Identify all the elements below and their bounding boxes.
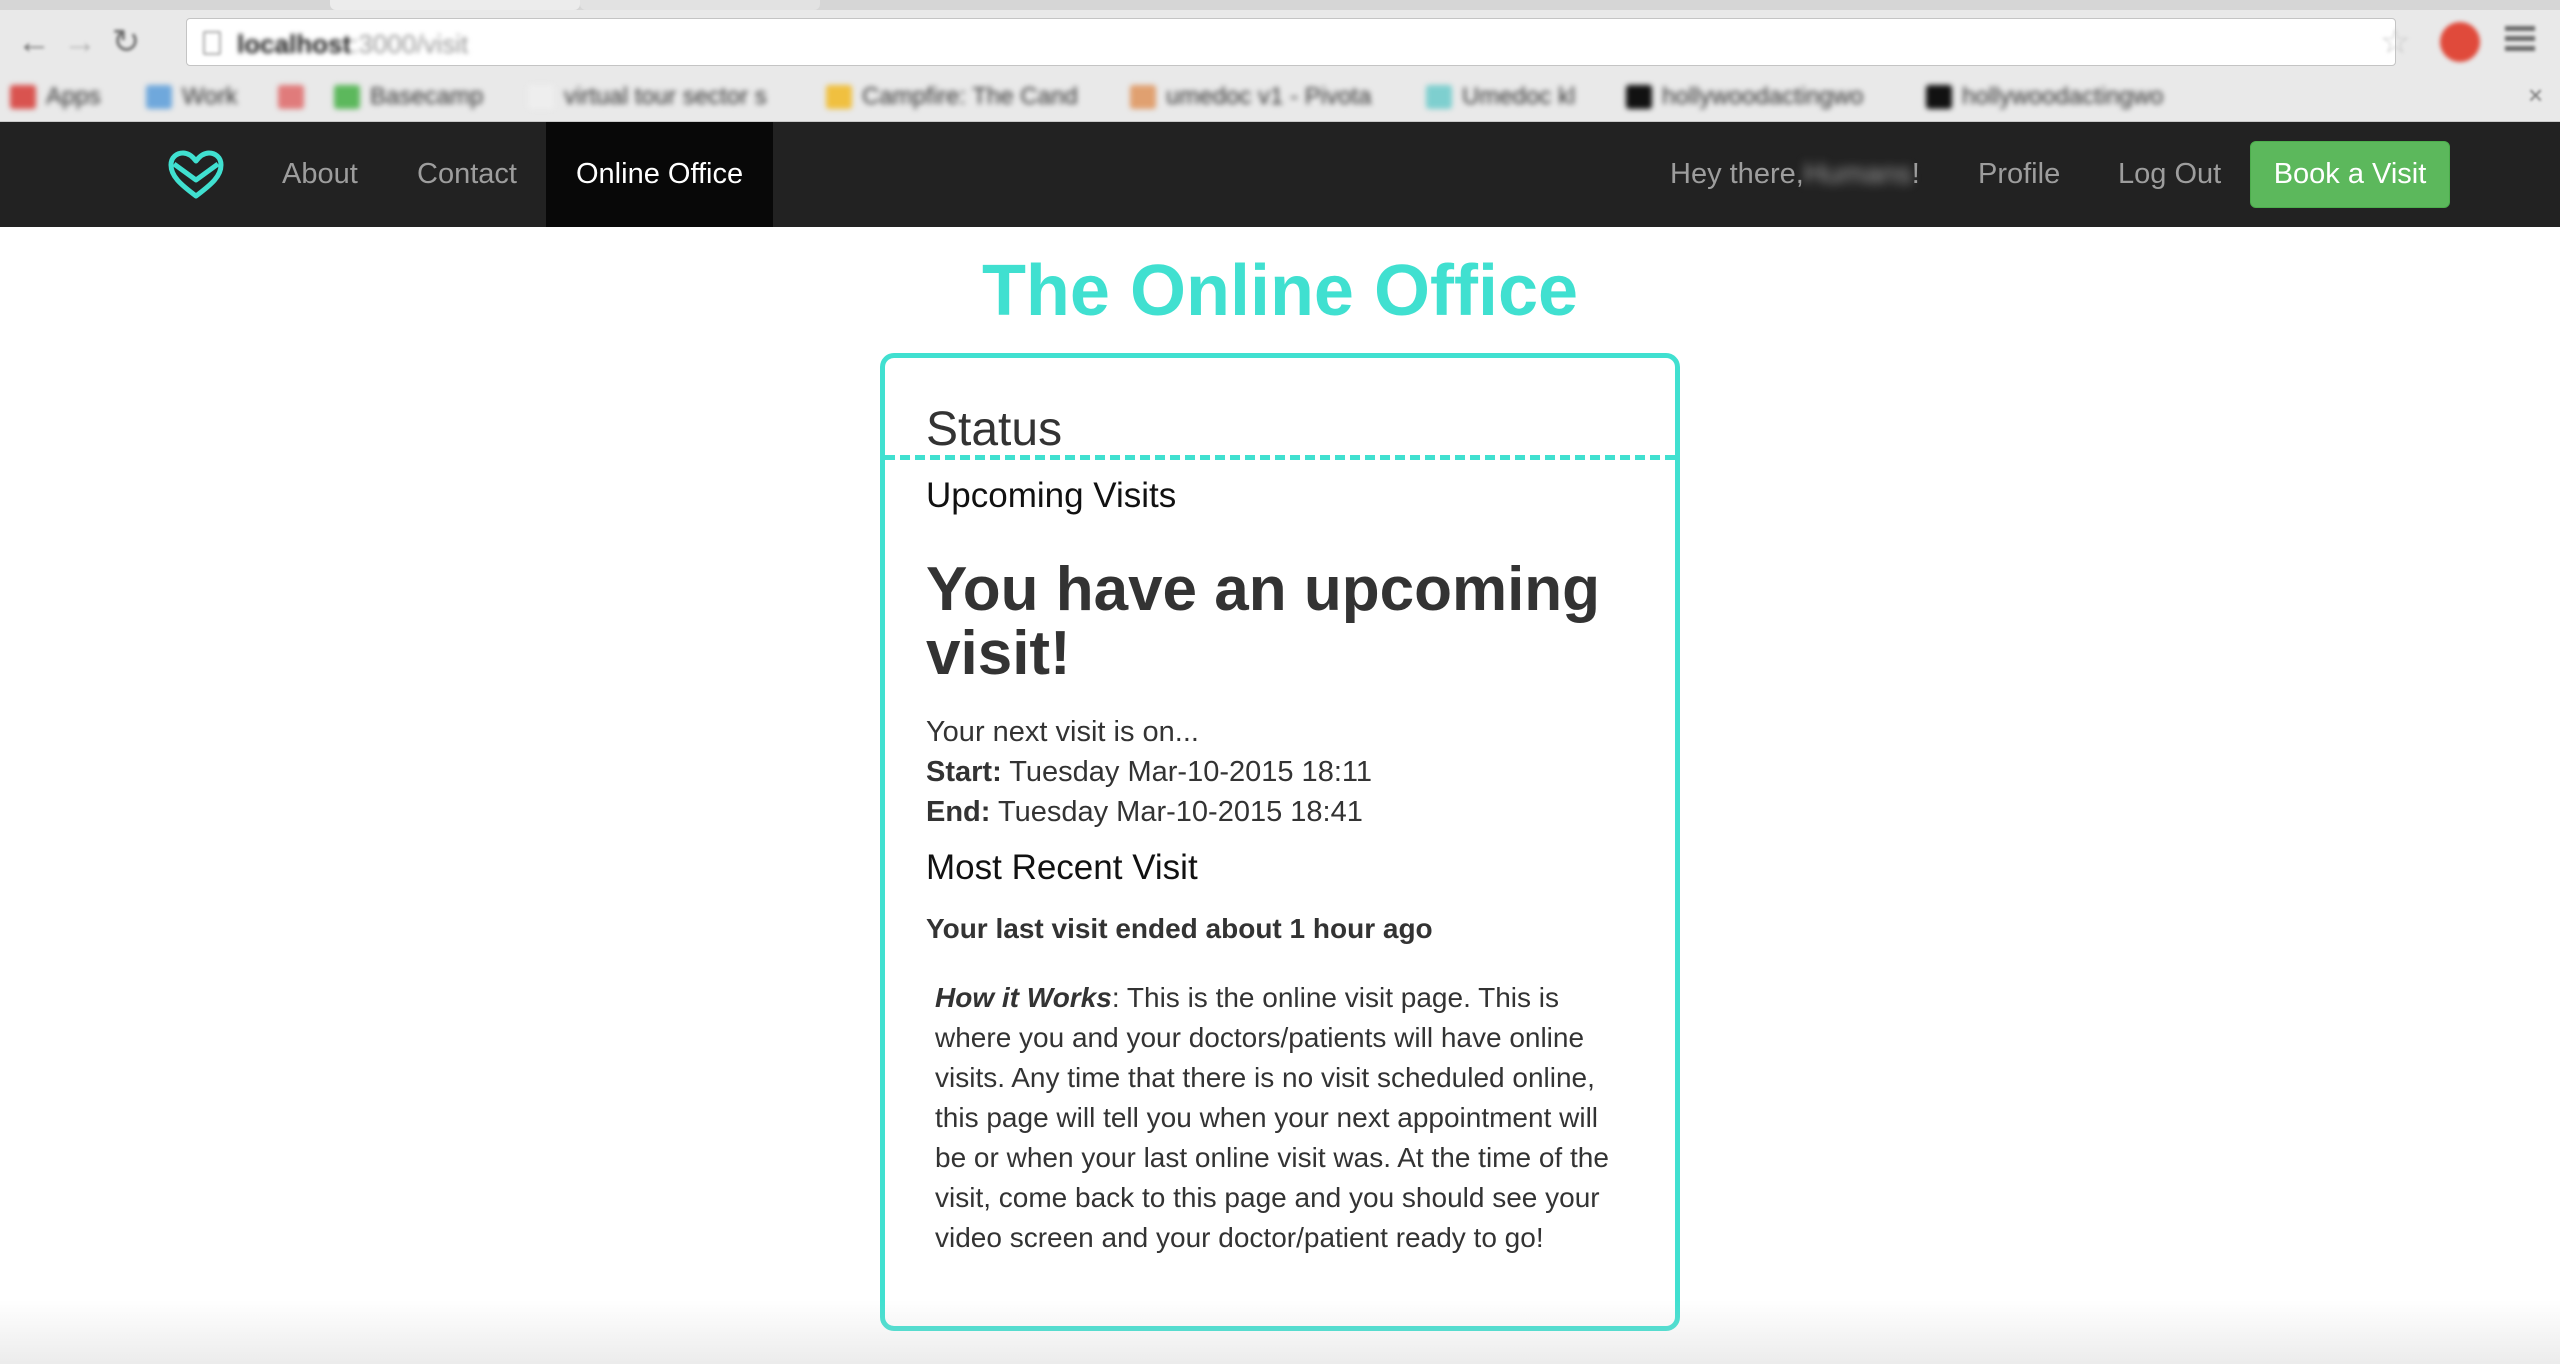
bookmarks-overflow-icon[interactable]: ×	[2528, 80, 2543, 111]
user-name: Humans	[1803, 158, 1912, 190]
bookmark-item[interactable]	[278, 82, 314, 112]
status-panel: Status Upcoming Visits You have an upcom…	[880, 353, 1680, 1331]
book-visit-button[interactable]: Book a Visit	[2250, 141, 2450, 208]
nav-link-logout[interactable]: Log Out	[2118, 122, 2221, 227]
page-title: The Online Office	[981, 251, 1579, 331]
basecamp-icon	[334, 85, 360, 109]
umedoc-icon	[1426, 85, 1452, 109]
panel-heading: Status	[885, 358, 1675, 460]
bookmark-icon	[278, 85, 304, 109]
bookmark-item[interactable]: Apps	[10, 82, 101, 112]
bookmark-item[interactable]: hollywoodactingwo	[1926, 82, 2163, 112]
address-url: localhost:3000/visit	[237, 29, 469, 59]
site-icon	[1926, 85, 1952, 109]
next-visit-intro: Your next visit is on...	[926, 716, 1199, 748]
browser-tab[interactable]	[580, 0, 820, 10]
bookmark-item[interactable]: hollywoodactingwo	[1626, 82, 1863, 112]
end-label: End:	[926, 796, 991, 828]
start-label: Start:	[926, 756, 1002, 788]
greeting-prefix: Hey there,	[1670, 158, 1804, 190]
nav-link-contact[interactable]: Contact	[417, 122, 517, 227]
greeting-suffix: !	[1911, 158, 1920, 190]
extension-icon[interactable]	[2440, 22, 2480, 62]
visit-end: End: Tuesday Mar-10-2015 18:41	[926, 796, 1363, 829]
how-it-works-label: How it Works	[935, 982, 1112, 1013]
upcoming-headline: You have an upcoming visit!	[926, 555, 1601, 688]
bookmark-star-icon[interactable]: ☆	[2380, 22, 2410, 62]
browser-chrome: ← → ↻ localhost:3000/visit ☆ Apps Work B…	[0, 0, 2560, 122]
bookmark-item[interactable]: virtual tour sector s	[528, 82, 767, 112]
address-bar[interactable]: localhost:3000/visit	[186, 18, 2396, 66]
last-visit-text: Your last visit ended about 1 hour ago	[926, 913, 1433, 944]
bookmark-item[interactable]: Basecamp	[334, 82, 483, 112]
browser-menu-icon[interactable]	[2505, 26, 2535, 56]
visit-start: Start: Tuesday Mar-10-2015 18:11	[926, 756, 1372, 789]
bookmark-item[interactable]: Work	[146, 82, 238, 112]
most-recent-visit-title: Most Recent Visit	[926, 848, 1198, 887]
apps-icon	[10, 85, 36, 109]
site-icon	[1626, 85, 1652, 109]
folder-icon	[146, 85, 172, 109]
bookmarks-bar: Apps Work Basecamp virtual tour sector s…	[0, 74, 2560, 120]
start-value: Tuesday Mar-10-2015 18:11	[1001, 756, 1372, 788]
tab-strip	[0, 0, 2560, 10]
end-value: Tuesday Mar-10-2015 18:41	[990, 796, 1363, 828]
nav-link-online-office[interactable]: Online Office	[546, 122, 774, 227]
panel-title: Status	[926, 403, 1063, 456]
bookmark-item[interactable]: Umedoc kl	[1426, 82, 1575, 112]
nav-link-about[interactable]: About	[282, 122, 358, 227]
bookmark-item[interactable]: umedoc v1 - Pivota	[1130, 82, 1371, 112]
how-it-works-text: : This is the online visit page. This is…	[935, 982, 1609, 1253]
reload-icon[interactable]: ↻	[106, 22, 146, 62]
user-greeting: Hey there, Humans!	[1670, 122, 1920, 227]
app-navbar: About Contact Online Office Hey there, H…	[0, 122, 2560, 227]
back-arrow-icon[interactable]: ←	[14, 22, 54, 62]
forward-arrow-icon[interactable]: →	[60, 22, 100, 62]
nav-link-profile[interactable]: Profile	[1978, 122, 2060, 227]
page-icon	[528, 85, 554, 109]
pivotal-icon	[1130, 85, 1156, 109]
page-icon	[203, 31, 221, 55]
browser-tab[interactable]	[330, 0, 580, 10]
upcoming-visits-title: Upcoming Visits	[926, 476, 1177, 515]
how-it-works: How it Works: This is the online visit p…	[935, 978, 1635, 1258]
heart-logo-icon[interactable]	[168, 150, 224, 200]
bookmark-item[interactable]: Campfire: The Cand	[826, 82, 1078, 112]
campfire-icon	[826, 85, 852, 109]
